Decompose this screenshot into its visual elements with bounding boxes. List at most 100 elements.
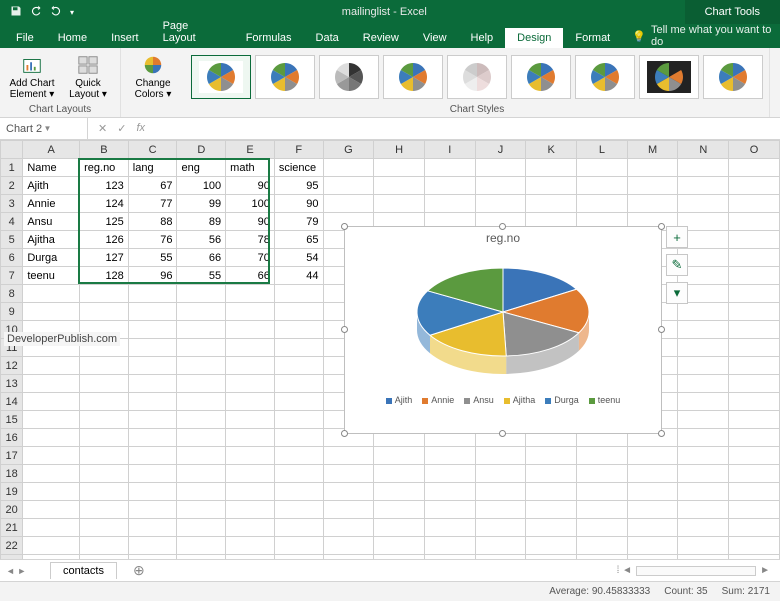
cell-O7[interactable] (729, 267, 780, 285)
cell-J21[interactable] (475, 519, 526, 537)
cell-J18[interactable] (475, 465, 526, 483)
cell-J3[interactable] (475, 195, 526, 213)
cell-H17[interactable] (374, 447, 425, 465)
cell-C22[interactable] (128, 537, 177, 555)
cell-O3[interactable] (729, 195, 780, 213)
cell-F14[interactable] (274, 393, 323, 411)
cell-J17[interactable] (475, 447, 526, 465)
cell-A14[interactable] (23, 393, 80, 411)
cell-N22[interactable] (678, 537, 729, 555)
cell-G21[interactable] (323, 519, 374, 537)
cell-F16[interactable] (274, 429, 323, 447)
cell-H3[interactable] (374, 195, 425, 213)
cell-F22[interactable] (274, 537, 323, 555)
cell-K2[interactable] (526, 177, 577, 195)
cell-C15[interactable] (128, 411, 177, 429)
row-header-13[interactable]: 13 (1, 375, 23, 393)
cell-D2[interactable]: 100 (177, 177, 226, 195)
cell-O2[interactable] (729, 177, 780, 195)
tab-help[interactable]: Help (459, 28, 506, 48)
cell-A17[interactable] (23, 447, 80, 465)
cell-E5[interactable]: 78 (226, 231, 275, 249)
cell-I19[interactable] (424, 483, 475, 501)
cell-D20[interactable] (177, 501, 226, 519)
cell-N11[interactable] (678, 339, 729, 357)
cell-O6[interactable] (729, 249, 780, 267)
cell-C5[interactable]: 76 (128, 231, 177, 249)
cell-O12[interactable] (729, 357, 780, 375)
cell-A5[interactable]: Ajitha (23, 231, 80, 249)
col-header-F[interactable]: F (274, 141, 323, 159)
cell-G19[interactable] (323, 483, 374, 501)
cell-F15[interactable] (274, 411, 323, 429)
cell-B14[interactable] (80, 393, 129, 411)
row-header-4[interactable]: 4 (1, 213, 23, 231)
cell-N2[interactable] (678, 177, 729, 195)
cell-L19[interactable] (577, 483, 628, 501)
cell-D1[interactable]: eng (177, 159, 226, 177)
cell-L17[interactable] (577, 447, 628, 465)
row-header-14[interactable]: 14 (1, 393, 23, 411)
cell-F18[interactable] (274, 465, 323, 483)
cell-O15[interactable] (729, 411, 780, 429)
row-header-8[interactable]: 8 (1, 285, 23, 303)
cell-O16[interactable] (729, 429, 780, 447)
legend-item-durga[interactable]: Durga (545, 395, 579, 405)
cell-O1[interactable] (729, 159, 780, 177)
col-header-I[interactable]: I (424, 141, 475, 159)
worksheet-grid[interactable]: ABCDEFGHIJKLMNO1Namereg.nolangengmathsci… (0, 140, 780, 559)
chart-styles-button[interactable]: ✎ (666, 254, 688, 276)
cell-N13[interactable] (678, 375, 729, 393)
cell-O8[interactable] (729, 285, 780, 303)
cell-I22[interactable] (424, 537, 475, 555)
chart-style-5[interactable] (447, 55, 507, 99)
switch-row-column-button[interactable]: Switch Row/ Column (776, 50, 780, 107)
cell-K19[interactable] (526, 483, 577, 501)
cell-F12[interactable] (274, 357, 323, 375)
cell-I2[interactable] (424, 177, 475, 195)
cell-E12[interactable] (226, 357, 275, 375)
cell-D3[interactable]: 99 (177, 195, 226, 213)
row-header-20[interactable]: 20 (1, 501, 23, 519)
chart-filters-button[interactable]: ▾ (666, 282, 688, 304)
cell-B12[interactable] (80, 357, 129, 375)
cell-E21[interactable] (226, 519, 275, 537)
cell-C20[interactable] (128, 501, 177, 519)
row-header-6[interactable]: 6 (1, 249, 23, 267)
row-header-5[interactable]: 5 (1, 231, 23, 249)
cell-J22[interactable] (475, 537, 526, 555)
cell-G3[interactable] (323, 195, 374, 213)
tab-review[interactable]: Review (351, 28, 411, 48)
row-header-3[interactable]: 3 (1, 195, 23, 213)
tab-formulas[interactable]: Formulas (234, 28, 304, 48)
cell-E11[interactable] (226, 339, 275, 357)
cell-E4[interactable]: 90 (226, 213, 275, 231)
cell-N12[interactable] (678, 357, 729, 375)
col-header-G[interactable]: G (323, 141, 374, 159)
cell-F7[interactable]: 44 (274, 267, 323, 285)
chart-style-2[interactable] (255, 55, 315, 99)
cell-J2[interactable] (475, 177, 526, 195)
cell-G20[interactable] (323, 501, 374, 519)
row-header-15[interactable]: 15 (1, 411, 23, 429)
cell-A2[interactable]: Ajith (23, 177, 80, 195)
cell-F3[interactable]: 90 (274, 195, 323, 213)
chart-elements-button[interactable]: + (666, 226, 688, 248)
cell-K18[interactable] (526, 465, 577, 483)
cell-H21[interactable] (374, 519, 425, 537)
cell-B6[interactable]: 127 (80, 249, 129, 267)
cell-H1[interactable] (374, 159, 425, 177)
cell-C11[interactable] (128, 339, 177, 357)
cell-N17[interactable] (678, 447, 729, 465)
cell-B17[interactable] (80, 447, 129, 465)
cell-F2[interactable]: 95 (274, 177, 323, 195)
horizontal-scrollbar[interactable]: ⁞ ◄ ► (617, 565, 770, 576)
legend-item-teenu[interactable]: teenu (589, 395, 621, 405)
cell-B20[interactable] (80, 501, 129, 519)
cell-O5[interactable] (729, 231, 780, 249)
cell-F5[interactable]: 65 (274, 231, 323, 249)
cell-D4[interactable]: 89 (177, 213, 226, 231)
cell-L20[interactable] (577, 501, 628, 519)
cell-E14[interactable] (226, 393, 275, 411)
cell-C14[interactable] (128, 393, 177, 411)
